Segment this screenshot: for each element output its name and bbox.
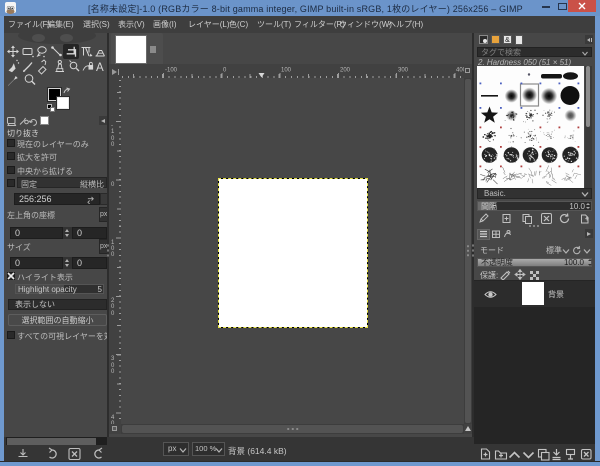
- svg-text:200: 200: [340, 68, 351, 74]
- svg-text:1: 1: [111, 129, 115, 135]
- svg-text:-100: -100: [165, 68, 178, 74]
- svg-text:300: 300: [398, 68, 409, 74]
- svg-text:0: 0: [111, 304, 115, 310]
- svg-text:100: 100: [281, 68, 292, 74]
- svg-text:0: 0: [111, 252, 115, 258]
- svg-text:400: 400: [456, 68, 464, 74]
- svg-text:0: 0: [111, 311, 115, 317]
- svg-text:A: A: [96, 62, 104, 74]
- svg-text:0: 0: [111, 369, 115, 375]
- svg-text:3: 3: [111, 356, 115, 362]
- svg-text:0: 0: [111, 142, 115, 148]
- svg-text:0: 0: [111, 182, 115, 188]
- svg-text:0: 0: [223, 68, 227, 74]
